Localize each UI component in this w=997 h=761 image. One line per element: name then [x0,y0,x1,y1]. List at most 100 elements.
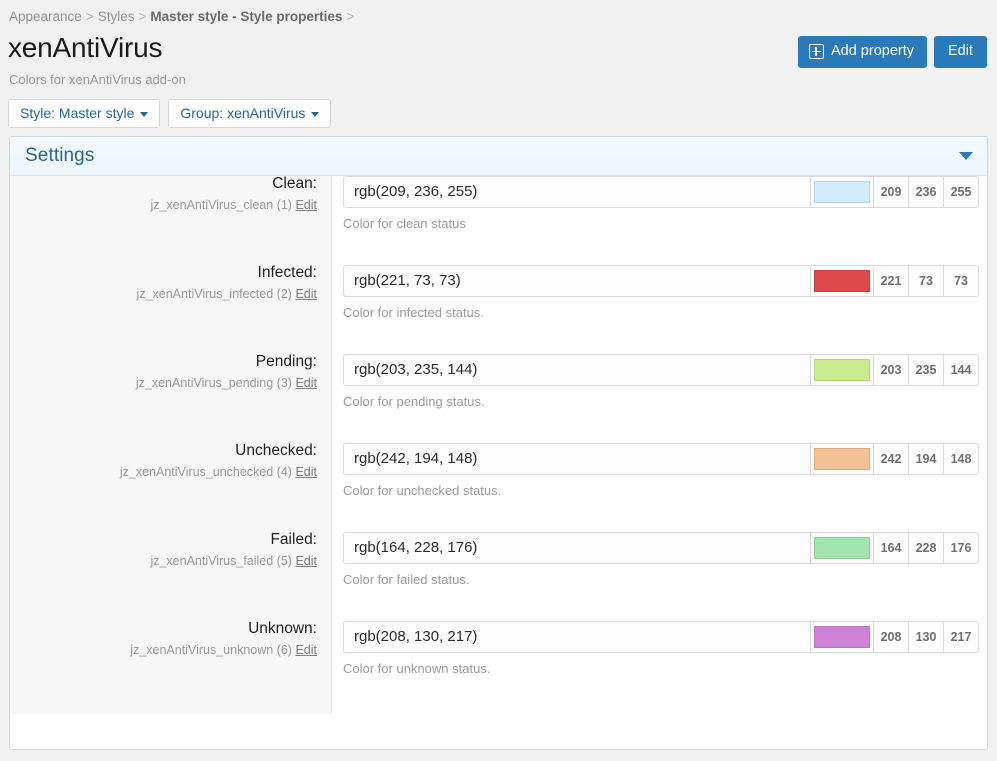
settings-panel-title: Settings [25,145,95,166]
breadcrumb-separator: > [138,9,147,24]
page-actions: Add property Edit [797,36,987,68]
property-label-block: Infected: jz_xenAntiVirus_infected (2) Ed… [10,265,317,300]
property-key: jz_xenAntiVirus_unknown (6) [130,642,292,657]
style-filter-label: Style: Master style [20,105,135,121]
color-red-value: 203 [873,354,908,386]
settings-panel-body: Clean: jz_xenAntiVirus_clean (1) Edit rgb(… [10,176,987,749]
color-red-value: 242 [873,443,908,475]
caret-down-icon[interactable] [959,152,973,160]
group-filter-dropdown[interactable]: Group: xenAntiVirus [168,99,332,128]
color-value-input[interactable]: rgb(242, 194, 148) [343,443,810,475]
property-edit-link[interactable]: Edit [295,643,317,657]
property-control-block: rgb(242, 194, 148) 242 194 148 Color for unc… [343,443,979,498]
property-key: jz_xenAntiVirus_pending (3) [135,375,292,390]
property-row: Unknown: jz_xenAntiVirus_unknown (6) Edit… [10,621,987,710]
color-value-input[interactable]: rgb(164, 228, 176) [343,532,810,564]
property-row: Pending: jz_xenAntiVirus_pending (3) Edit… [10,354,987,443]
edit-button[interactable]: Edit [934,36,987,68]
property-rows: Clean: jz_xenAntiVirus_clean (1) Edit rgb(… [10,176,987,710]
color-red-value: 209 [873,176,908,208]
color-control: rgb(203, 235, 144) 203 235 144 [343,354,979,386]
property-hint: Color for infected status. [343,305,484,320]
property-key-line: jz_xenAntiVirus_pending (3) Edit [10,375,317,390]
color-blue-value: 73 [943,265,979,297]
color-blue-value: 144 [943,354,979,386]
property-hint: Color for unchecked status. [343,483,502,498]
property-hint: Color for unknown status. [343,661,491,676]
color-green-value: 236 [908,176,943,208]
property-row: Infected: jz_xenAntiVirus_infected (2) Ed… [10,265,987,354]
color-red-value: 208 [873,621,908,653]
property-control-block: rgb(164, 228, 176) 164 228 176 Color for fai… [343,532,979,587]
color-swatch-cell[interactable] [810,621,873,653]
color-red-value: 164 [873,532,908,564]
property-control-block: rgb(209, 236, 255) 209 236 255 Color for cle… [343,176,979,231]
property-edit-link[interactable]: Edit [295,198,317,212]
property-label: Unchecked: [235,442,317,459]
property-label-block: Failed: jz_xenAntiVirus_failed (5) Edit [10,532,317,567]
property-label-block: Unchecked: jz_xenAntiVirus_unchecked (4) … [10,443,317,478]
color-blue-value: 217 [943,621,979,653]
color-swatch-cell[interactable] [810,354,873,386]
breadcrumb-item-master-style[interactable]: Master style - Style properties [150,9,342,24]
property-edit-link[interactable]: Edit [295,465,317,479]
property-edit-link[interactable]: Edit [295,554,317,568]
property-hint: Color for pending status. [343,394,485,409]
property-label-block: Unknown: jz_xenAntiVirus_unknown (6) Edit [10,621,317,656]
color-swatch-cell[interactable] [810,443,873,475]
color-control: rgb(209, 236, 255) 209 236 255 [343,176,979,208]
filter-bar: Style: Master style Group: xenAntiVirus [8,99,332,128]
property-key: jz_xenAntiVirus_failed (5) [150,553,292,568]
color-value-input[interactable]: rgb(203, 235, 144) [343,354,810,386]
add-property-label: Add property [830,43,914,60]
breadcrumb-item-styles[interactable]: Styles [98,9,135,24]
property-label-block: Clean: jz_xenAntiVirus_clean (1) Edit [10,176,317,211]
property-hint: Color for failed status. [343,572,470,587]
edit-label: Edit [948,43,973,60]
color-swatch [814,181,870,203]
breadcrumb: Appearance > Styles > Master style - Style p… [9,9,358,24]
property-key-line: jz_xenAntiVirus_failed (5) Edit [10,553,317,568]
color-swatch [814,448,870,470]
color-red-value: 221 [873,265,908,297]
property-key-line: jz_xenAntiVirus_infected (2) Edit [10,286,317,301]
style-filter-dropdown[interactable]: Style: Master style [8,99,161,128]
page-subtitle: Colors for xenAntiVirus add-on [9,72,186,87]
color-value-input[interactable]: rgb(208, 130, 217) [343,621,810,653]
property-key-line: jz_xenAntiVirus_unknown (6) Edit [10,642,317,657]
settings-panel: Settings Clean: jz_xenAntiVirus_clean (1)… [9,136,988,750]
color-swatch [814,359,870,381]
color-blue-value: 176 [943,532,979,564]
property-row: Clean: jz_xenAntiVirus_clean (1) Edit rgb(… [10,176,987,265]
property-key: jz_xenAntiVirus_infected (2) [136,286,292,301]
property-edit-link[interactable]: Edit [295,376,317,390]
settings-panel-header[interactable]: Settings [10,137,987,176]
property-edit-link[interactable]: Edit [295,287,317,301]
breadcrumb-item-appearance[interactable]: Appearance [9,9,82,24]
group-filter-label: Group: xenAntiVirus [180,105,306,121]
color-control: rgb(221, 73, 73) 221 73 73 [343,265,979,297]
color-control: rgb(164, 228, 176) 164 228 176 [343,532,979,564]
color-value-input[interactable]: rgb(221, 73, 73) [343,265,810,297]
color-swatch-cell[interactable] [810,532,873,564]
property-label: Pending: [255,353,317,370]
color-value-input[interactable]: rgb(209, 236, 255) [343,176,810,208]
color-green-value: 235 [908,354,943,386]
color-green-value: 130 [908,621,943,653]
page-title: xenAntiVirus [8,32,163,63]
add-property-button[interactable]: Add property [797,36,927,68]
color-control: rgb(208, 130, 217) 208 130 217 [343,621,979,653]
color-green-value: 228 [908,532,943,564]
color-swatch [814,626,870,648]
property-label: Failed: [270,531,317,548]
property-control-block: rgb(221, 73, 73) 221 73 73 Color for infecte… [343,265,979,320]
property-key: jz_xenAntiVirus_clean (1) [150,197,292,212]
breadcrumb-separator: > [346,9,355,24]
color-swatch [814,537,870,559]
page-root: Appearance > Styles > Master style - Style p… [0,0,997,761]
color-swatch-cell[interactable] [810,265,873,297]
property-row: Unchecked: jz_xenAntiVirus_unchecked (4) … [10,443,987,532]
color-swatch-cell[interactable] [810,176,873,208]
property-control-block: rgb(208, 130, 217) 208 130 217 Color for unk… [343,621,979,676]
color-swatch [814,270,870,292]
